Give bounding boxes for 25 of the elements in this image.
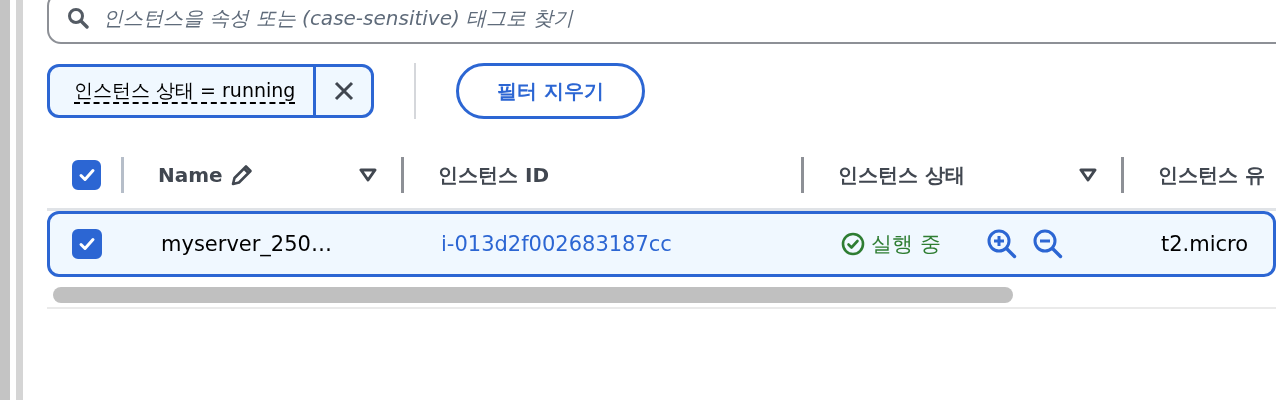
- column-header-label: 인스턴스 유: [1158, 161, 1265, 189]
- close-icon: [332, 80, 355, 102]
- sort-triangle-icon[interactable]: [359, 168, 377, 182]
- column-header-label: 인스턴스 ID: [438, 161, 549, 189]
- search-icon: [67, 7, 89, 29]
- clear-filters-button[interactable]: 필터 지우기: [456, 63, 646, 119]
- check-circle-icon: [841, 232, 865, 256]
- zoom-in-icon[interactable]: [986, 229, 1019, 259]
- select-all-checkbox[interactable]: [72, 160, 102, 190]
- table-cell: t2.micro: [1161, 232, 1249, 256]
- table-cell: myserver_250…: [161, 232, 332, 256]
- column-header-label: Name: [158, 163, 223, 187]
- table-row[interactable]: myserver_250… i-013d2f002683187cc 실행 중 t2.micro: [47, 211, 1276, 277]
- search-field[interactable]: 인스턴스을 속성 또는 (case-sensitive) 태그로 찾기: [101, 5, 1276, 31]
- column-header-label: 인스턴스 상태: [838, 161, 965, 189]
- search-box[interactable]: 인스턴스을 속성 또는 (case-sensitive) 태그로 찾기: [47, 0, 1276, 44]
- checkmark-icon: [77, 166, 96, 184]
- checkmark-icon: [78, 235, 96, 253]
- filter-token-label[interactable]: 인스턴스 상태 = running: [50, 67, 314, 115]
- horizontal-scrollbar[interactable]: [53, 287, 1013, 303]
- instance-id-link[interactable]: i-013d2f002683187cc: [441, 232, 672, 256]
- status-text: 실행 중: [841, 230, 941, 258]
- zoom-out-icon[interactable]: [1032, 229, 1065, 259]
- row-checkbox[interactable]: [72, 229, 102, 259]
- sort-triangle-icon[interactable]: [1079, 168, 1097, 182]
